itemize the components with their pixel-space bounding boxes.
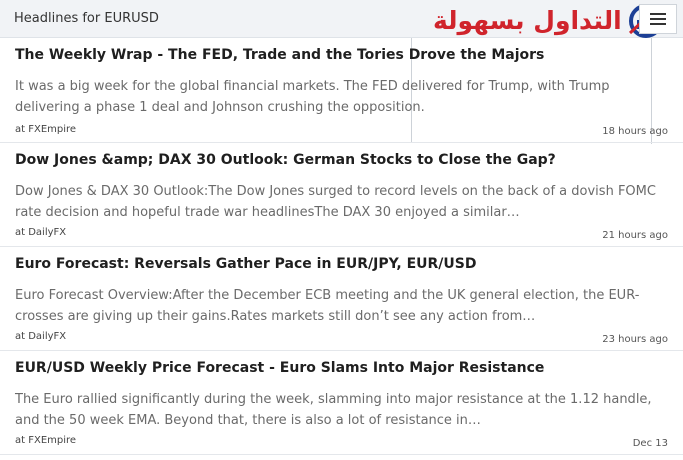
news-item[interactable]: Dow Jones &amp; DAX 30 Outlook: German S… <box>0 143 683 247</box>
menu-button[interactable] <box>639 4 677 34</box>
news-summary: Dow Jones & DAX 30 Outlook:The Dow Jones… <box>15 184 656 220</box>
news-title[interactable]: Euro Forecast: Reversals Gather Pace in … <box>15 256 477 272</box>
news-time: 21 hours ago <box>602 230 668 241</box>
brand-logo-text: التداول بسهولة <box>433 6 622 35</box>
brand-logo[interactable]: التداول بسهولة <box>433 4 666 38</box>
news-item[interactable]: EUR/USD Weekly Price Forecast - Euro Sla… <box>0 351 683 455</box>
news-source[interactable]: at FXEmpire <box>15 124 76 135</box>
news-summary: The Euro rallied significantly during th… <box>15 392 652 428</box>
news-summary: Euro Forecast Overview:After the Decembe… <box>15 288 640 324</box>
news-item[interactable]: The Weekly Wrap - The FED, Trade and the… <box>0 38 683 143</box>
hamburger-menu-icon <box>650 13 666 25</box>
news-title[interactable]: Dow Jones &amp; DAX 30 Outlook: German S… <box>15 152 556 168</box>
news-source[interactable]: at FXEmpire <box>15 435 76 446</box>
news-time: Dec 13 <box>632 438 668 449</box>
news-source[interactable]: at DailyFX <box>15 227 66 238</box>
news-item[interactable]: Euro Forecast: Reversals Gather Pace in … <box>0 247 683 351</box>
news-time: 18 hours ago <box>602 126 668 137</box>
news-summary: It was a big week for the global financi… <box>15 79 610 115</box>
headlines-title: Headlines for EURUSD <box>14 11 159 26</box>
news-title[interactable]: EUR/USD Weekly Price Forecast - Euro Sla… <box>15 360 544 376</box>
news-source[interactable]: at DailyFX <box>15 331 66 342</box>
headlines-header: Headlines for EURUSD التداول بسهولة <box>0 0 683 38</box>
news-title[interactable]: The Weekly Wrap - The FED, Trade and the… <box>15 47 544 63</box>
news-time: 23 hours ago <box>602 334 668 345</box>
